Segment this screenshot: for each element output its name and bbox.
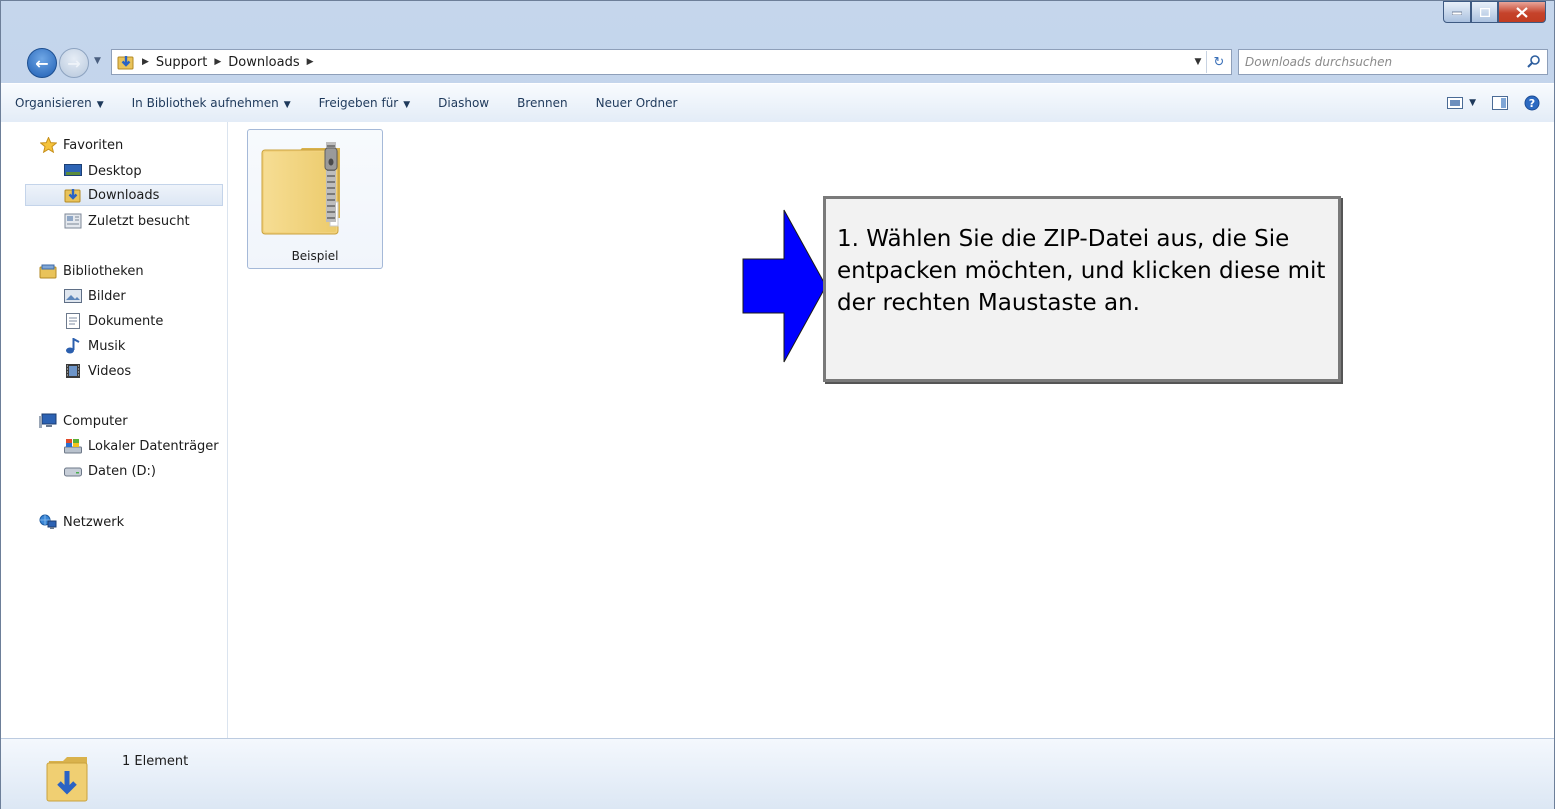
explorer-window: ← → ▼ ▶ Support ▶ Downloads ▶ ▼ ↻ Organi…: [0, 0, 1555, 809]
maximize-button[interactable]: [1471, 1, 1498, 23]
sidebar-item-local-disk[interactable]: Lokaler Datenträger: [64, 435, 219, 457]
sidebar-item-documents[interactable]: Dokumente: [64, 310, 163, 332]
sidebar-label-recent: Zuletzt besucht: [88, 213, 190, 229]
item-count: 1 Element: [122, 754, 189, 769]
sidebar-label-music: Musik: [88, 338, 126, 354]
back-button[interactable]: ←: [27, 48, 57, 78]
pictures-icon: [64, 288, 82, 304]
forward-button[interactable]: →: [59, 48, 89, 78]
music-note-icon: [64, 338, 82, 354]
breadcrumb-downloads[interactable]: Downloads: [228, 55, 299, 70]
svg-text:?: ?: [1529, 97, 1535, 110]
slideshow-button[interactable]: Diashow: [424, 96, 503, 110]
system-drive-icon: [64, 438, 82, 454]
network-icon: [39, 514, 57, 530]
sidebar-label-libraries: Bibliotheken: [63, 263, 144, 279]
chevron-down-icon: ▼: [403, 100, 411, 110]
computer-icon: [39, 413, 57, 429]
recent-places-icon: [64, 213, 82, 229]
file-name: Beispiel: [291, 249, 339, 263]
preview-pane-icon[interactable]: [1492, 96, 1508, 110]
sidebar-label-favorites: Favoriten: [63, 137, 124, 153]
view-controls: ▼ ?: [1447, 84, 1540, 122]
share-label: Freigeben für: [318, 96, 399, 110]
sidebar-label-local-disk: Lokaler Datenträger: [88, 438, 219, 454]
sidebar-item-recent[interactable]: Zuletzt besucht: [64, 210, 190, 232]
include-library-menu[interactable]: In Bibliothek aufnehmen ▼: [118, 96, 305, 110]
instruction-callout: 1. Wählen Sie die ZIP-Datei aus, die Sie…: [823, 196, 1341, 382]
organize-menu[interactable]: Organisieren ▼: [1, 96, 118, 110]
sidebar-item-data-drive[interactable]: Daten (D:): [64, 460, 156, 482]
recent-pages-dropdown[interactable]: ▼: [94, 56, 101, 66]
sidebar-item-pictures[interactable]: Bilder: [64, 285, 126, 307]
sidebar-item-desktop[interactable]: Desktop: [64, 160, 142, 182]
view-icon: [1447, 97, 1464, 109]
documents-icon: [64, 313, 82, 329]
downloads-folder-icon: [117, 54, 135, 70]
sidebar-label-network: Netzwerk: [63, 514, 125, 530]
sidebar-label-data-drive: Daten (D:): [88, 463, 156, 479]
downloads-folder-icon: [64, 187, 82, 203]
sidebar-item-computer[interactable]: Computer: [39, 410, 128, 432]
navigation-row: ← → ▼ ▶ Support ▶ Downloads ▶ ▼ ↻: [1, 43, 1554, 83]
details-pane: 1 Element: [1, 738, 1554, 809]
chevron-down-icon: ▼: [96, 100, 104, 110]
breadcrumb-separator-icon[interactable]: ▶: [307, 57, 314, 67]
sidebar-label-downloads: Downloads: [88, 187, 160, 203]
film-strip-icon: [64, 363, 82, 379]
sidebar-item-music[interactable]: Musik: [64, 335, 125, 357]
desktop-icon: [64, 163, 82, 179]
organize-label: Organisieren: [15, 96, 92, 110]
share-menu[interactable]: Freigeben für ▼: [305, 96, 425, 110]
libraries-icon: [39, 263, 57, 279]
sidebar-item-libraries[interactable]: Bibliotheken: [39, 260, 144, 282]
close-icon: [1516, 6, 1528, 18]
search-box[interactable]: [1238, 49, 1548, 75]
sidebar-item-downloads[interactable]: Downloads: [25, 184, 223, 206]
breadcrumb-separator-icon: ▶: [214, 57, 222, 67]
arrow-left-icon: ←: [35, 53, 49, 73]
instruction-text: 1. Wählen Sie die ZIP-Datei aus, die Sie…: [837, 226, 1326, 316]
chevron-down-icon: ▼: [283, 100, 291, 110]
breadcrumb-separator-icon: ▶: [142, 57, 149, 67]
zip-folder-icon: [261, 142, 340, 235]
arrow-right-icon: [742, 209, 827, 363]
search-input[interactable]: [1239, 54, 1517, 70]
file-item-zip[interactable]: Beispiel: [247, 129, 383, 269]
maximize-icon: [1479, 7, 1490, 17]
address-bar[interactable]: ▶ Support ▶ Downloads ▶ ▼ ↻: [111, 49, 1232, 75]
star-icon: [39, 137, 57, 153]
minimize-button[interactable]: [1443, 1, 1471, 23]
address-bar-controls: ▼ ↻: [1190, 50, 1231, 74]
sidebar-label-computer: Computer: [63, 413, 128, 429]
navigation-pane: Favoriten Desktop Downloads Zuletzt besu…: [1, 122, 228, 738]
sidebar-item-videos[interactable]: Videos: [64, 360, 131, 382]
include-library-label: In Bibliothek aufnehmen: [131, 96, 279, 110]
new-folder-button[interactable]: Neuer Ordner: [582, 96, 692, 110]
title-bar[interactable]: [1, 1, 1554, 43]
sidebar-label-desktop: Desktop: [88, 163, 142, 179]
sidebar-label-pictures: Bilder: [88, 288, 126, 304]
command-bar: Organisieren ▼ In Bibliothek aufnehmen ▼ F…: [1, 83, 1554, 123]
refresh-icon: ↻: [1213, 54, 1225, 70]
sidebar-label-videos: Videos: [88, 363, 132, 379]
arrow-right-icon: →: [67, 53, 81, 73]
minimize-icon: [1452, 11, 1462, 15]
downloads-folder-icon: [46, 757, 88, 802]
close-button[interactable]: [1498, 1, 1546, 23]
hard-drive-icon: [64, 463, 82, 479]
refresh-button[interactable]: ↻: [1206, 51, 1231, 73]
sidebar-item-network[interactable]: Netzwerk: [39, 511, 124, 533]
search-icon[interactable]: [1527, 54, 1541, 68]
breadcrumb-support[interactable]: Support: [156, 55, 207, 70]
window-controls: [1443, 1, 1546, 23]
change-view-button[interactable]: ▼: [1447, 97, 1476, 109]
content-area: Favoriten Desktop Downloads Zuletzt besu…: [1, 122, 1554, 738]
sidebar-label-documents: Dokumente: [88, 313, 164, 329]
burn-button[interactable]: Brennen: [503, 96, 581, 110]
help-icon[interactable]: ?: [1524, 95, 1540, 111]
chevron-down-icon: ▼: [1469, 98, 1476, 108]
sidebar-item-favorites[interactable]: Favoriten: [39, 134, 123, 156]
address-history-dropdown[interactable]: ▼: [1190, 57, 1206, 67]
